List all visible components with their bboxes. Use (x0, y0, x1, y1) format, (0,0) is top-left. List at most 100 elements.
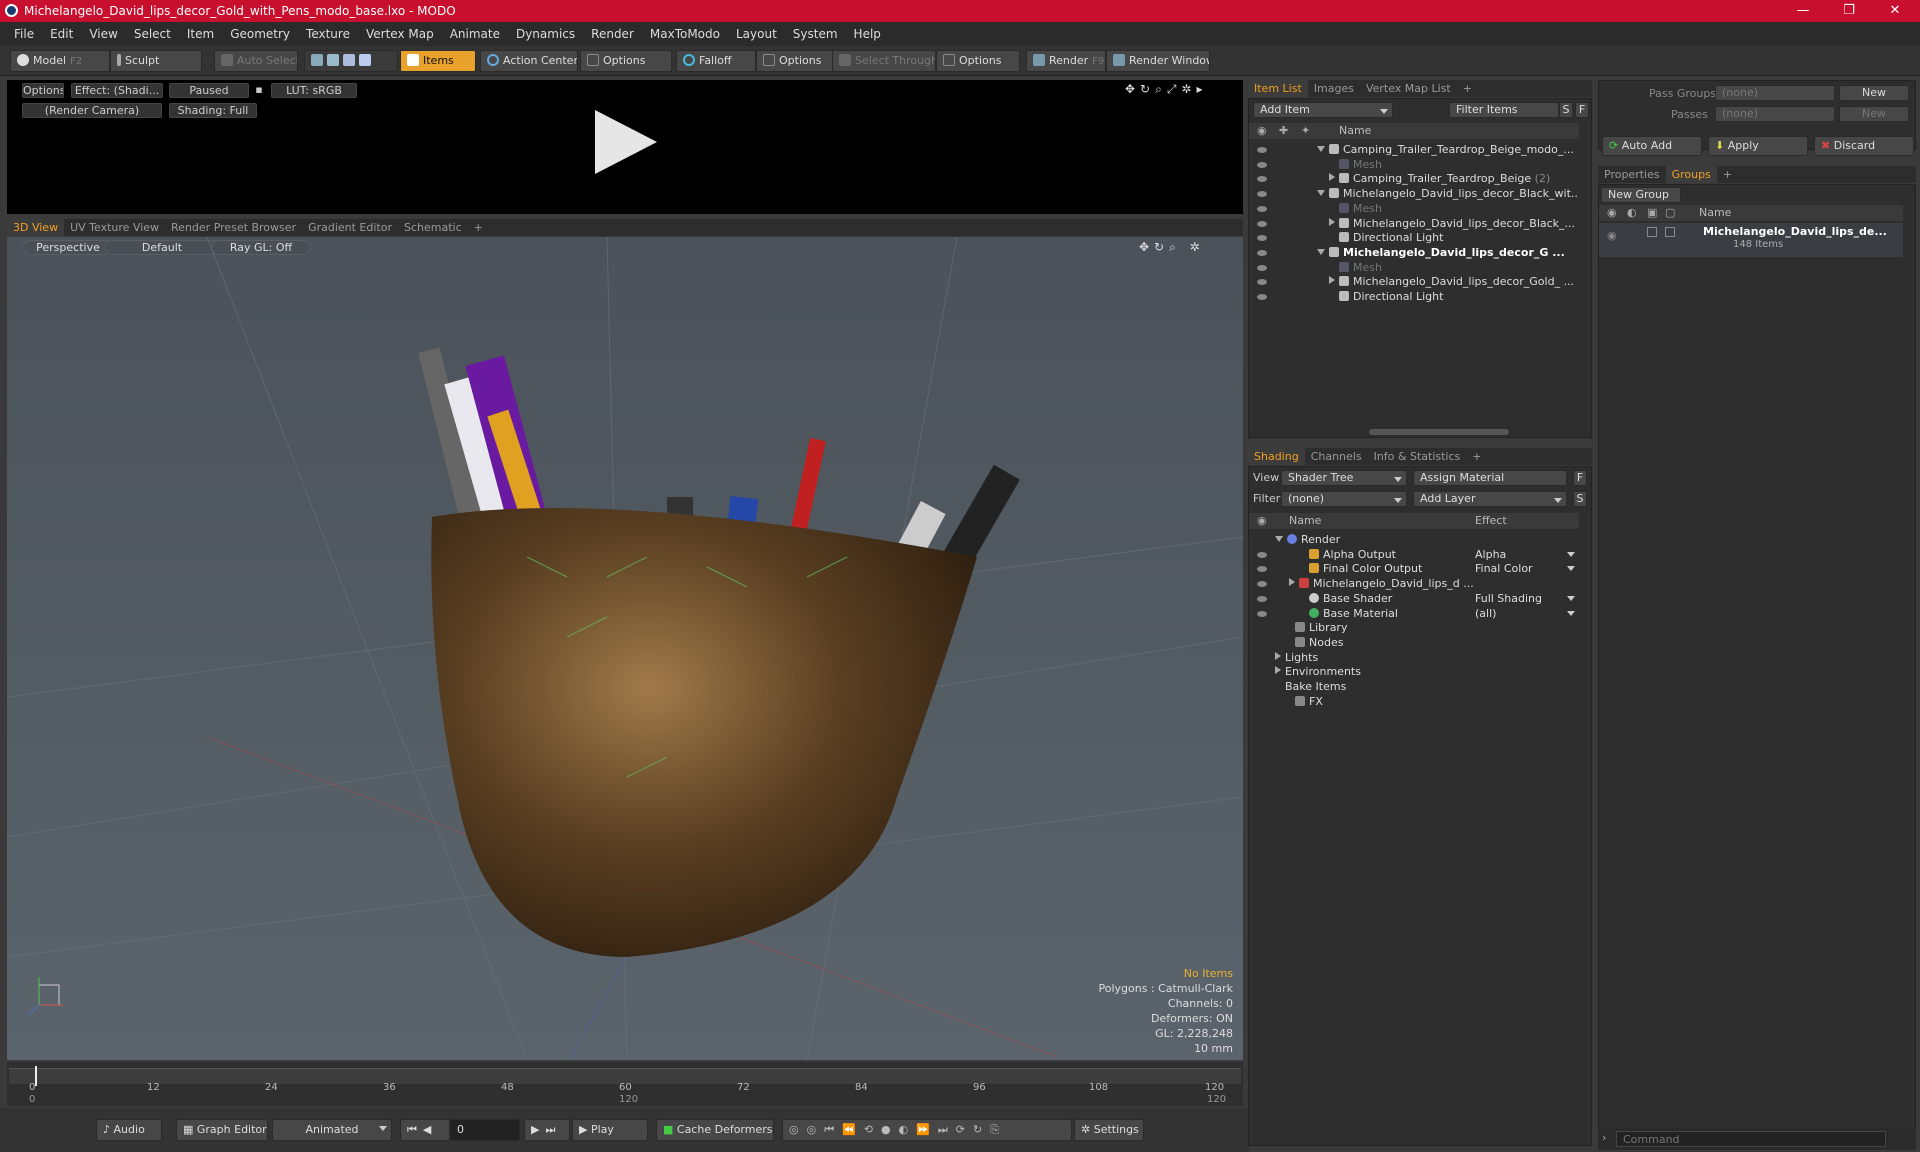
add-tab-button[interactable]: + (1466, 448, 1487, 465)
menu-edit[interactable]: Edit (42, 27, 81, 41)
menu-system[interactable]: System (785, 27, 846, 41)
pass-groups-dropdown[interactable]: (none) (1715, 85, 1835, 101)
lock-checkbox[interactable] (1647, 227, 1657, 237)
item-list-row[interactable]: Directional Light (1249, 288, 1579, 306)
visibility-icon[interactable] (1257, 264, 1267, 271)
play-icon[interactable] (595, 110, 657, 174)
tab-info-statistics[interactable]: Info & Statistics (1368, 448, 1467, 465)
polygons-icon[interactable] (343, 54, 355, 66)
visibility-icon[interactable] (1257, 161, 1267, 168)
falloff-options-button[interactable]: Options (756, 50, 836, 72)
select-checkbox[interactable] (1665, 227, 1675, 237)
vertices-icon[interactable] (311, 54, 323, 66)
preview-paused-button[interactable]: Paused (169, 83, 249, 98)
chevron-down-icon[interactable] (1317, 248, 1325, 255)
menu-maxtomodo[interactable]: MaxToModo (642, 27, 728, 41)
menu-view[interactable]: View (81, 27, 125, 41)
visibility-icon[interactable]: ◉ (1607, 229, 1617, 242)
render-camera-dropdown[interactable]: (Render Camera) (22, 103, 162, 118)
tab-gradient-editor[interactable]: Gradient Editor (302, 219, 398, 236)
tab-render-preset-browser[interactable]: Render Preset Browser (165, 219, 302, 236)
menu-file[interactable]: File (6, 27, 42, 41)
menu-geometry[interactable]: Geometry (222, 27, 298, 41)
model-mode-button[interactable]: Model F2 (10, 50, 110, 72)
tab-schematic[interactable]: Schematic (398, 219, 468, 236)
sculpt-mode-button[interactable]: Sculpt (110, 50, 202, 72)
tab-channels[interactable]: Channels (1305, 448, 1368, 465)
filter-items-input[interactable]: Filter Items (1449, 102, 1559, 118)
menu-layout[interactable]: Layout (728, 27, 785, 41)
falloff-button[interactable]: Falloff (676, 50, 756, 72)
minimize-button[interactable]: — (1780, 0, 1826, 22)
add-tab-button[interactable]: + (468, 219, 489, 236)
chevron-down-icon[interactable] (1317, 190, 1325, 197)
select-through-button[interactable]: Select Through (832, 50, 936, 72)
tab-properties[interactable]: Properties (1598, 166, 1666, 183)
visibility-icon[interactable] (1257, 249, 1267, 256)
visibility-icon[interactable] (1257, 220, 1267, 227)
skip-forward-buttons[interactable]: ▶⏭ (524, 1119, 570, 1141)
add-layer-dropdown[interactable]: Add Layer (1413, 491, 1567, 507)
new-group-button[interactable]: New Group (1601, 187, 1681, 203)
tab-groups[interactable]: Groups (1665, 166, 1717, 183)
render-button[interactable]: Render F9 (1026, 50, 1106, 72)
discard-button[interactable]: ✖ Discard (1814, 136, 1914, 156)
menu-render[interactable]: Render (583, 27, 642, 41)
chevron-right-icon[interactable] (1329, 276, 1335, 285)
menu-texture[interactable]: Texture (298, 27, 358, 41)
tab-item-list[interactable]: Item List (1248, 80, 1308, 97)
chevron-down-icon[interactable] (1275, 536, 1283, 542)
chevron-right-icon[interactable] (1289, 578, 1295, 587)
key-tools-group[interactable]: ◎◎⏮⏪⟲●◐⏩⏭⟳↻⎘ (782, 1119, 1072, 1141)
visibility-icon[interactable] (1257, 595, 1267, 602)
group-row[interactable]: ◉ Michelangelo_David_lips_de... 148 Item… (1599, 223, 1903, 257)
auto-add-button[interactable]: ⟳ Auto Add (1602, 136, 1702, 156)
chevron-right-icon[interactable] (1329, 217, 1335, 226)
settings-button[interactable]: ✲ Settings (1074, 1119, 1144, 1141)
visibility-icon[interactable] (1257, 610, 1267, 617)
action-center-button[interactable]: Action Center (480, 50, 578, 72)
visibility-icon[interactable] (1257, 294, 1267, 300)
horizontal-scrollbar[interactable] (1369, 429, 1509, 435)
chevron-right-icon[interactable] (1275, 666, 1281, 675)
preview-nav-icons[interactable]: ✥↻⌕⤢✲▸ (1125, 82, 1208, 97)
add-item-dropdown[interactable]: Add Item (1253, 102, 1393, 118)
add-tab-button[interactable]: + (1717, 166, 1738, 183)
visibility-icon[interactable] (1257, 566, 1267, 573)
close-button[interactable]: ✕ (1872, 0, 1918, 22)
chevron-right-icon[interactable] (1275, 651, 1281, 660)
assign-material-button[interactable]: Assign Material (1413, 470, 1567, 486)
menu-vertex-map[interactable]: Vertex Map (358, 27, 442, 41)
edges-icon[interactable] (327, 54, 339, 66)
select-through-options-button[interactable]: Options (936, 50, 1020, 72)
lut-dropdown[interactable]: LUT: sRGB (271, 83, 357, 98)
apply-button[interactable]: ⬇ Apply (1708, 136, 1808, 156)
s-button[interactable]: S (1573, 491, 1587, 507)
tab-shading[interactable]: Shading (1248, 448, 1305, 465)
cache-deformers-button[interactable]: ■ Cache Deformers (656, 1119, 774, 1141)
tab-uv-texture-view[interactable]: UV Texture View (64, 219, 165, 236)
auto-select-button[interactable]: Auto Select (214, 50, 298, 72)
play-button[interactable]: ▶ Play (572, 1119, 648, 1141)
filter-dropdown[interactable]: (none) (1281, 491, 1407, 507)
chevron-down-icon[interactable] (1317, 146, 1325, 152)
f-button[interactable]: F (1573, 470, 1587, 486)
materials-icon[interactable] (359, 54, 371, 66)
menu-dynamics[interactable]: Dynamics (508, 27, 583, 41)
visibility-icon[interactable] (1257, 191, 1267, 198)
items-mode-button[interactable]: Items (400, 50, 476, 72)
shading-dropdown[interactable]: Shading: Full (169, 103, 257, 118)
audio-button[interactable]: ♪ Audio (96, 1119, 162, 1141)
preview-effect-dropdown[interactable]: Effect: (Shadi... (71, 83, 163, 98)
lock-icon[interactable]: ▪ (253, 83, 265, 98)
command-input[interactable] (1616, 1131, 1886, 1147)
visibility-icon[interactable] (1257, 279, 1267, 286)
add-tab-button[interactable]: + (1457, 80, 1478, 97)
visibility-icon[interactable] (1257, 176, 1267, 183)
visibility-icon[interactable] (1257, 205, 1267, 212)
shader-tree-row[interactable]: FX (1249, 693, 1579, 711)
f-button[interactable]: F (1575, 102, 1589, 118)
frame-input[interactable]: 0 (450, 1119, 520, 1141)
view-dropdown[interactable]: Shader Tree (1281, 470, 1407, 486)
new-pass-group-button[interactable]: New (1839, 85, 1909, 101)
